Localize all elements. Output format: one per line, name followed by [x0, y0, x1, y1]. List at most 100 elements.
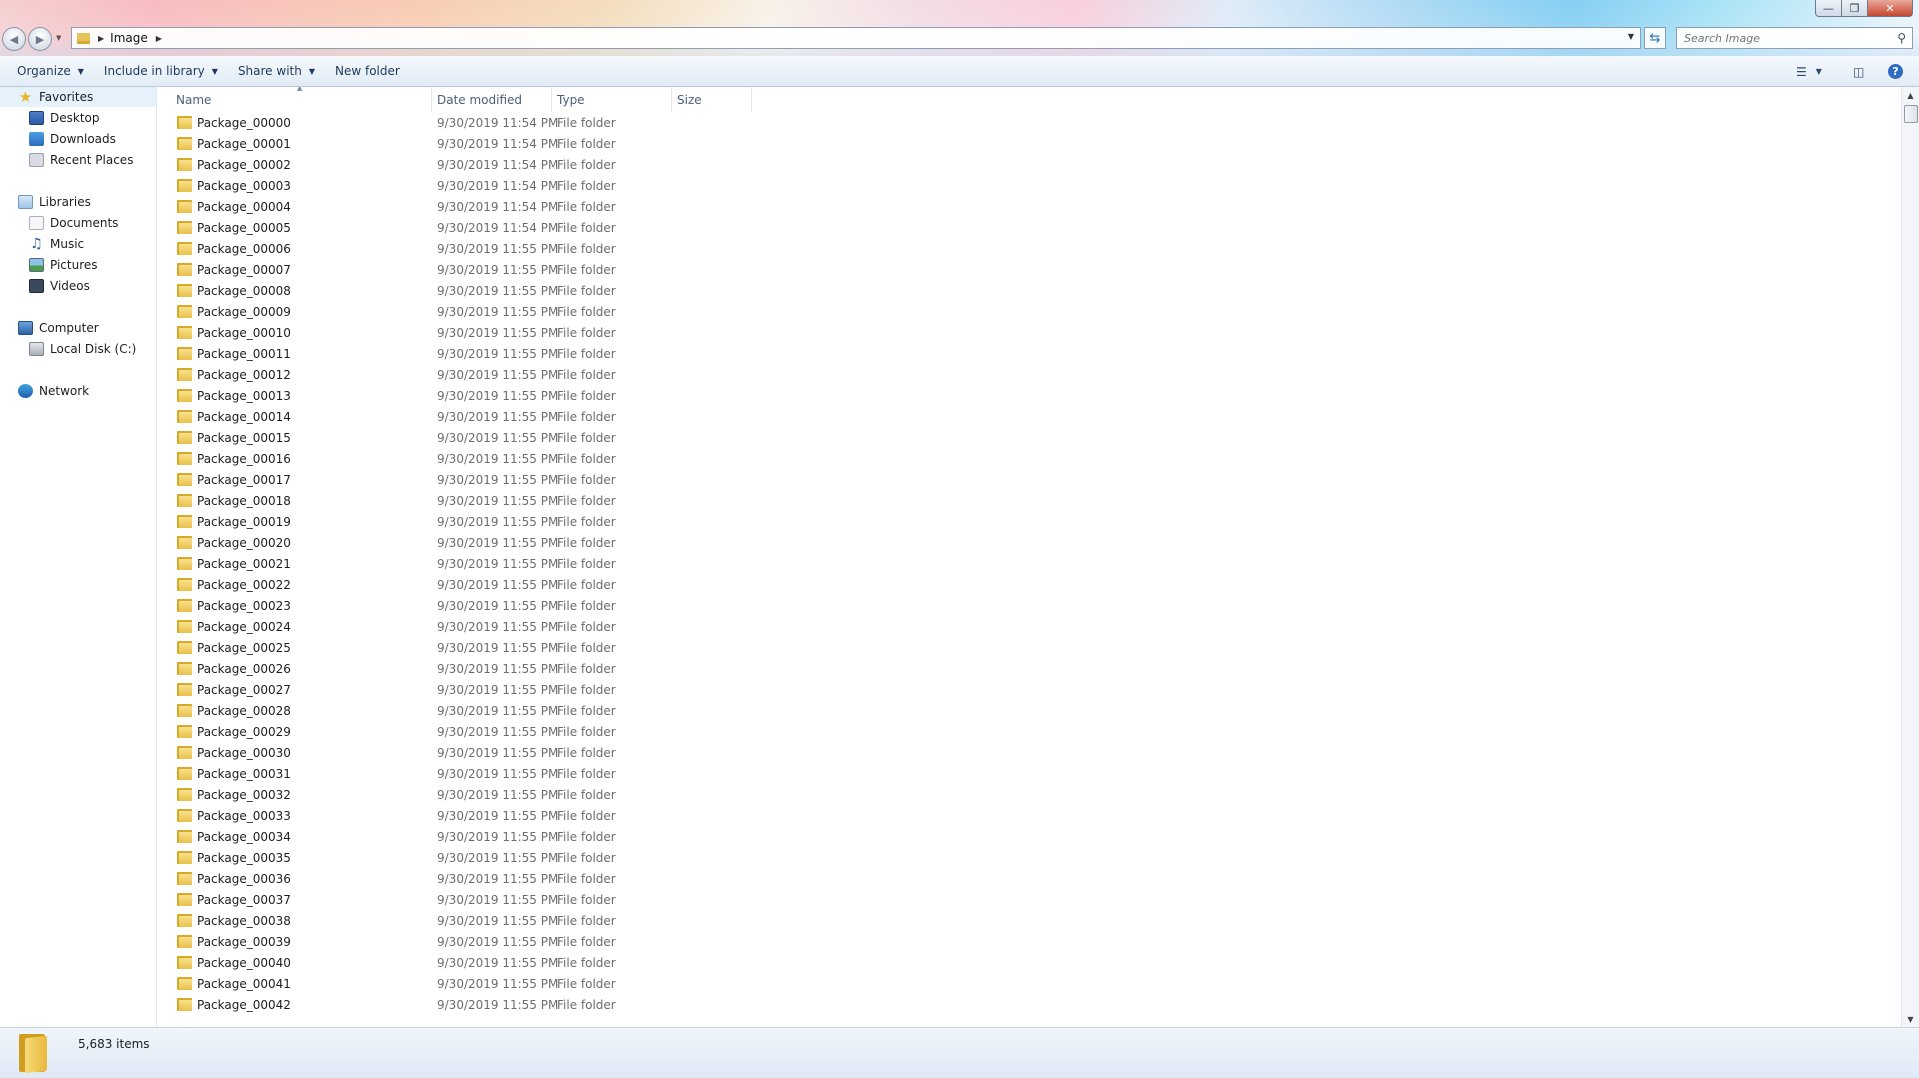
table-row[interactable]: Package_00027 9/30/2019 11:55 PM File fold… [157, 679, 1901, 700]
table-row[interactable]: Package_00010 9/30/2019 11:55 PM File fold… [157, 322, 1901, 343]
table-row[interactable]: Package_00015 9/30/2019 11:55 PM File fold… [157, 427, 1901, 448]
address-bar[interactable]: ▶ Image ▶ ▼ [71, 27, 1641, 49]
change-view-button[interactable]: ☰ ▼ [1796, 56, 1822, 87]
table-row[interactable]: Package_00023 9/30/2019 11:55 PM File fold… [157, 595, 1901, 616]
maximize-button[interactable]: ❐ [1842, 0, 1868, 17]
table-row[interactable]: Package_00009 9/30/2019 11:55 PM File fold… [157, 301, 1901, 322]
nav-videos[interactable]: Videos [29, 279, 90, 293]
table-row[interactable]: Package_00008 9/30/2019 11:55 PM File fold… [157, 280, 1901, 301]
table-row[interactable]: Package_00026 9/30/2019 11:55 PM File fold… [157, 658, 1901, 679]
table-row[interactable]: Package_00003 9/30/2019 11:54 PM File fold… [157, 175, 1901, 196]
table-row[interactable]: Package_00004 9/30/2019 11:54 PM File fold… [157, 196, 1901, 217]
column-header-name[interactable]: Name ▲ [157, 87, 432, 112]
table-row[interactable]: Package_00011 9/30/2019 11:55 PM File fold… [157, 343, 1901, 364]
table-row[interactable]: Package_00020 9/30/2019 11:55 PM File fold… [157, 532, 1901, 553]
share-with-button[interactable]: Share with ▼ [228, 56, 325, 87]
table-row[interactable]: Package_00018 9/30/2019 11:55 PM File fold… [157, 490, 1901, 511]
table-row[interactable]: Package_00000 9/30/2019 11:54 PM File fold… [157, 112, 1901, 133]
table-row[interactable]: Package_00017 9/30/2019 11:55 PM File fold… [157, 469, 1901, 490]
search-input[interactable] [1684, 31, 1884, 45]
nav-network[interactable]: Network [18, 384, 89, 398]
close-button[interactable]: ✕ [1868, 0, 1913, 17]
file-name: Package_00029 [197, 724, 291, 739]
breadcrumb-chevron-icon[interactable]: ▶ [98, 34, 104, 43]
table-row[interactable]: Package_00042 9/30/2019 11:55 PM File fold… [157, 994, 1901, 1015]
table-row[interactable]: Package_00006 9/30/2019 11:55 PM File fold… [157, 238, 1901, 259]
help-button[interactable]: ? [1888, 56, 1903, 87]
nav-favorites[interactable]: ★ Favorites [18, 90, 93, 105]
table-row[interactable]: Package_00038 9/30/2019 11:55 PM File fold… [157, 910, 1901, 931]
table-row[interactable]: Package_00030 9/30/2019 11:55 PM File fold… [157, 742, 1901, 763]
folder-icon [177, 830, 192, 843]
scroll-thumb[interactable] [1904, 105, 1918, 123]
file-date-modified: 9/30/2019 11:55 PM [437, 514, 559, 529]
refresh-button[interactable]: ⇆ [1644, 27, 1666, 49]
forward-button[interactable]: ▶ [28, 27, 52, 51]
table-row[interactable]: Package_00036 9/30/2019 11:55 PM File fold… [157, 868, 1901, 889]
organize-button[interactable]: Organize ▼ [0, 56, 94, 87]
nav-label: Computer [39, 321, 99, 335]
table-row[interactable]: Package_00037 9/30/2019 11:55 PM File fold… [157, 889, 1901, 910]
view-dropdown-arrow-icon[interactable]: ▼ [1816, 67, 1822, 76]
table-row[interactable]: Package_00024 9/30/2019 11:55 PM File fold… [157, 616, 1901, 637]
address-history-dropdown-icon[interactable]: ▼ [1628, 32, 1634, 41]
table-row[interactable]: Package_00005 9/30/2019 11:54 PM File fold… [157, 217, 1901, 238]
table-row[interactable]: Package_00039 9/30/2019 11:55 PM File fold… [157, 931, 1901, 952]
table-row[interactable]: Package_00013 9/30/2019 11:55 PM File fold… [157, 385, 1901, 406]
column-header-size[interactable]: Size [672, 87, 752, 112]
table-row[interactable]: Package_00035 9/30/2019 11:55 PM File fold… [157, 847, 1901, 868]
vertical-scrollbar[interactable]: ▲ ▼ [1901, 87, 1919, 1027]
table-row[interactable]: Package_00014 9/30/2019 11:55 PM File fold… [157, 406, 1901, 427]
table-row[interactable]: Package_00002 9/30/2019 11:54 PM File fold… [157, 154, 1901, 175]
table-row[interactable]: Package_00031 9/30/2019 11:55 PM File fold… [157, 763, 1901, 784]
folder-icon [177, 704, 192, 717]
breadcrumb-image[interactable]: Image [110, 31, 148, 45]
table-row[interactable]: Package_00001 9/30/2019 11:54 PM File fold… [157, 133, 1901, 154]
videos-icon [29, 279, 44, 293]
table-row[interactable]: Package_00012 9/30/2019 11:55 PM File fold… [157, 364, 1901, 385]
file-type: File folder [557, 304, 616, 319]
table-row[interactable]: Package_00022 9/30/2019 11:55 PM File fold… [157, 574, 1901, 595]
table-row[interactable]: Package_00019 9/30/2019 11:55 PM File fold… [157, 511, 1901, 532]
table-row[interactable]: Package_00032 9/30/2019 11:55 PM File fold… [157, 784, 1901, 805]
table-row[interactable]: Package_00028 9/30/2019 11:55 PM File fold… [157, 700, 1901, 721]
file-date-modified: 9/30/2019 11:54 PM [437, 157, 559, 172]
nav-downloads[interactable]: Downloads [29, 132, 116, 146]
nav-computer[interactable]: Computer [18, 321, 99, 335]
table-row[interactable]: Package_00041 9/30/2019 11:55 PM File fold… [157, 973, 1901, 994]
nav-desktop[interactable]: Desktop [29, 111, 100, 125]
file-name: Package_00008 [197, 283, 291, 298]
nav-pictures[interactable]: Pictures [29, 258, 98, 272]
back-button[interactable]: ◀ [2, 27, 26, 51]
table-row[interactable]: Package_00040 9/30/2019 11:55 PM File fold… [157, 952, 1901, 973]
table-row[interactable]: Package_00021 9/30/2019 11:55 PM File fold… [157, 553, 1901, 574]
file-type: File folder [557, 472, 616, 487]
include-in-library-button[interactable]: Include in library ▼ [94, 56, 228, 87]
nav-local-disk[interactable]: Local Disk (C:) [29, 342, 136, 356]
file-name: Package_00001 [197, 136, 291, 151]
scroll-down-icon[interactable]: ▼ [1902, 1011, 1919, 1027]
column-header-type[interactable]: Type [552, 87, 672, 112]
table-row[interactable]: Package_00016 9/30/2019 11:55 PM File fold… [157, 448, 1901, 469]
search-box[interactable]: ⚲ [1676, 27, 1913, 49]
nav-documents[interactable]: Documents [29, 216, 118, 230]
minimize-button[interactable]: — [1815, 0, 1842, 17]
preview-pane-button[interactable]: ◫ [1853, 56, 1864, 87]
folder-icon [177, 725, 192, 738]
nav-music[interactable]: ♫ Music [29, 237, 84, 251]
nav-libraries[interactable]: Libraries [18, 195, 91, 209]
recent-pages-dropdown[interactable]: ▼ [56, 34, 61, 42]
breadcrumb-chevron-icon[interactable]: ▶ [156, 34, 162, 43]
column-header-date[interactable]: Date modified [432, 87, 552, 112]
new-folder-button[interactable]: New folder [325, 56, 410, 87]
command-bar: Organize ▼ Include in library ▼ Share wi… [0, 56, 1919, 87]
table-row[interactable]: Package_00033 9/30/2019 11:55 PM File fold… [157, 805, 1901, 826]
table-row[interactable]: Package_00029 9/30/2019 11:55 PM File fold… [157, 721, 1901, 742]
nav-recent-places[interactable]: Recent Places [29, 153, 133, 167]
search-icon[interactable]: ⚲ [1897, 31, 1906, 45]
file-date-modified: 9/30/2019 11:55 PM [437, 409, 559, 424]
table-row[interactable]: Package_00034 9/30/2019 11:55 PM File fold… [157, 826, 1901, 847]
table-row[interactable]: Package_00025 9/30/2019 11:55 PM File fold… [157, 637, 1901, 658]
table-row[interactable]: Package_00007 9/30/2019 11:55 PM File fold… [157, 259, 1901, 280]
scroll-up-icon[interactable]: ▲ [1902, 87, 1919, 103]
